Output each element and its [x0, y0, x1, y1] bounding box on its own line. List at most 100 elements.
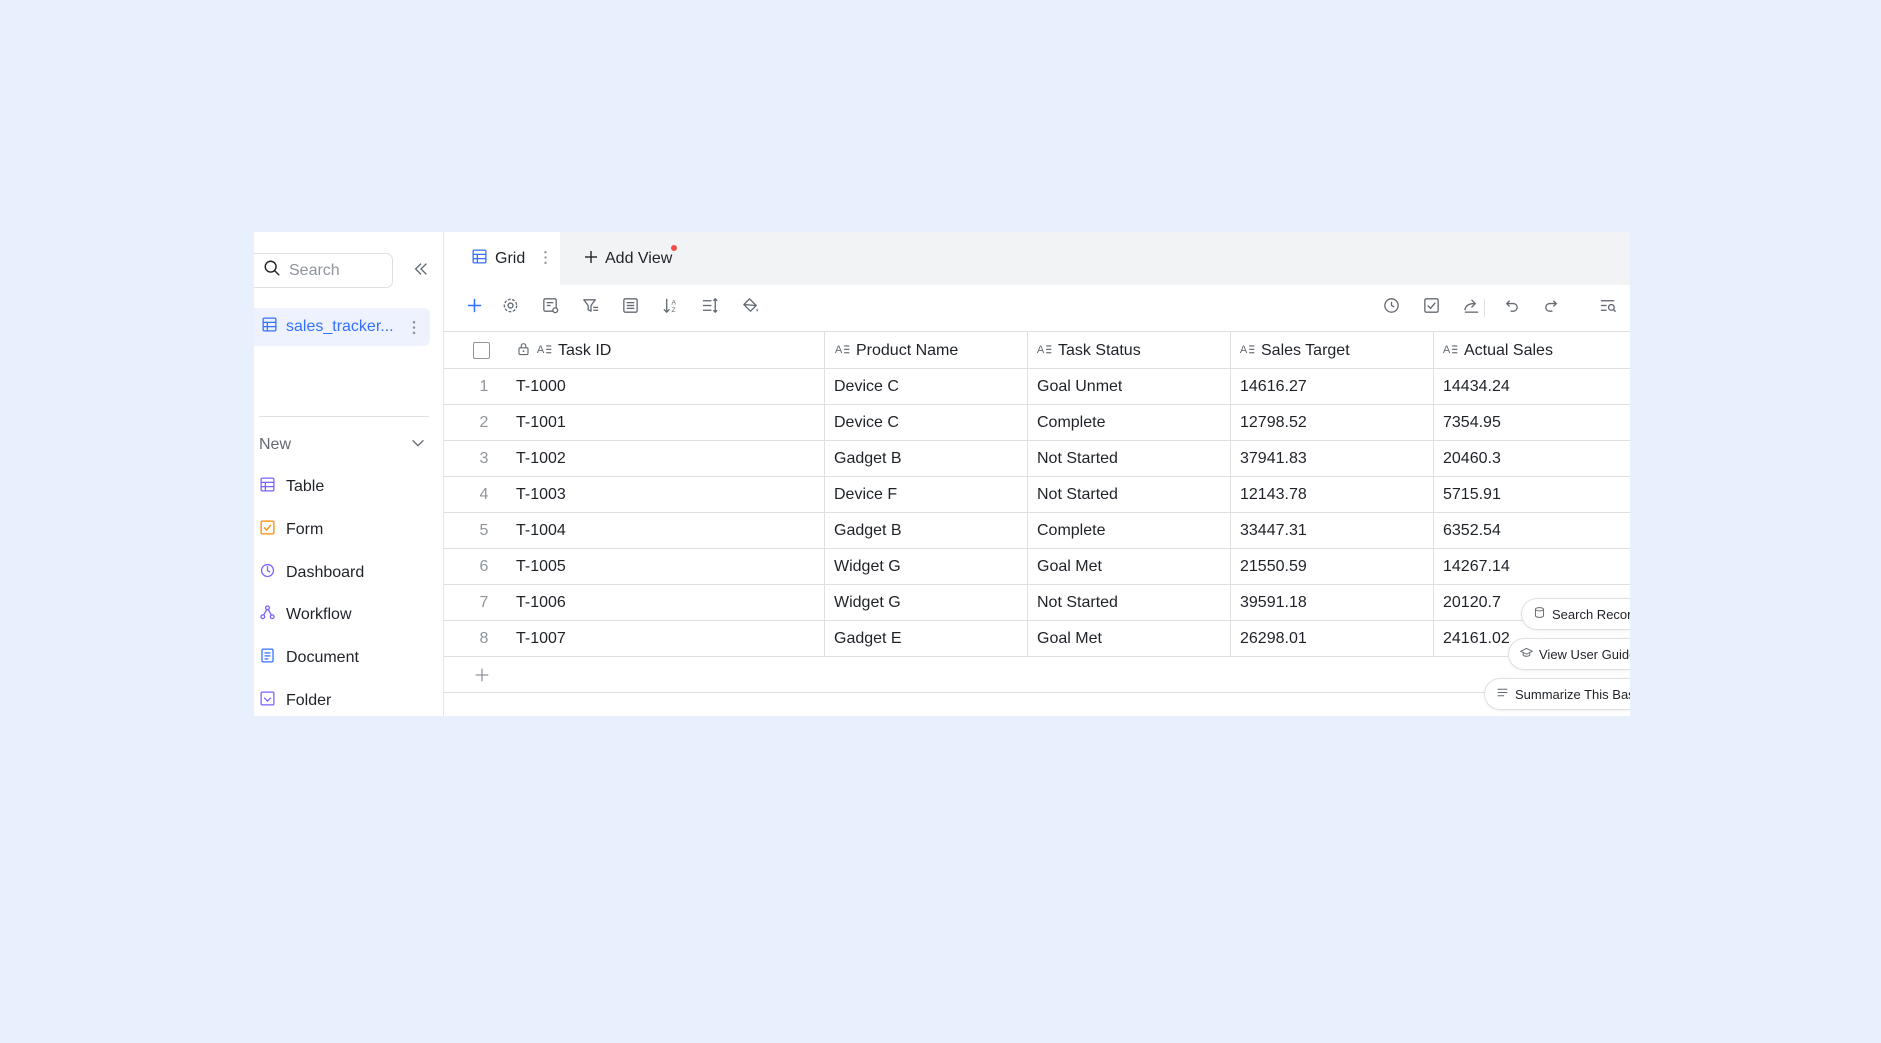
- cell-status[interactable]: Complete: [1037, 405, 1105, 440]
- cell-status[interactable]: Complete: [1037, 513, 1105, 548]
- new-folder-item[interactable]: Folder: [259, 686, 429, 716]
- cell-product[interactable]: Device C: [834, 405, 899, 440]
- cell-product[interactable]: Gadget E: [834, 621, 902, 656]
- share-button[interactable]: [1460, 297, 1482, 319]
- table-row[interactable]: 2 T-1001 Device C Complete 12798.52 7354.95: [444, 405, 1630, 441]
- settings-button[interactable]: [499, 297, 521, 319]
- table-row[interactable]: 1 T-1000 Device C Goal Unmet 14616.27 14434.2…: [444, 369, 1630, 405]
- cell-status[interactable]: Goal Met: [1037, 549, 1102, 584]
- sort-button[interactable]: AZ: [659, 297, 681, 319]
- svg-text:A: A: [835, 343, 843, 355]
- column-divider: [824, 331, 825, 657]
- cell-actual[interactable]: 6352.54: [1443, 513, 1501, 548]
- fill-color-button[interactable]: [739, 297, 761, 319]
- table-row[interactable]: 3 T-1002 Gadget B Not Started 37941.83 20460.…: [444, 441, 1630, 477]
- sidebar-search-input[interactable]: Search: [254, 253, 393, 288]
- cell-target[interactable]: 39591.18: [1240, 585, 1307, 620]
- more-vertical-icon[interactable]: [408, 316, 420, 338]
- cell-actual[interactable]: 7354.95: [1443, 405, 1501, 440]
- new-section-toggle[interactable]: New: [259, 433, 429, 457]
- cell-id[interactable]: T-1001: [516, 405, 566, 440]
- table-row[interactable]: 8 T-1007 Gadget E Goal Met 26298.01 24161.02: [444, 621, 1630, 657]
- cell-id[interactable]: T-1003: [516, 477, 566, 512]
- cell-id[interactable]: T-1002: [516, 441, 566, 476]
- cell-target[interactable]: 26298.01: [1240, 621, 1307, 656]
- cell-actual[interactable]: 24161.02: [1443, 621, 1510, 656]
- cell-actual[interactable]: 20460.3: [1443, 441, 1501, 476]
- cell-target[interactable]: 14616.27: [1240, 369, 1307, 404]
- table-row[interactable]: 4 T-1003 Device F Not Started 12143.78 5715.9…: [444, 477, 1630, 513]
- column-header-product-name[interactable]: A Product Name: [834, 332, 958, 369]
- cell-actual[interactable]: 14434.24: [1443, 369, 1510, 404]
- group-icon: [621, 296, 640, 320]
- cell-id[interactable]: T-1007: [516, 621, 566, 656]
- cell-status[interactable]: Goal Met: [1037, 621, 1102, 656]
- cell-target[interactable]: 33447.31: [1240, 513, 1307, 548]
- row-number: 8: [479, 629, 489, 647]
- redo-button[interactable]: [1540, 297, 1562, 319]
- new-form-item[interactable]: Form: [259, 515, 429, 545]
- cell-product[interactable]: Device C: [834, 369, 899, 404]
- cell-actual[interactable]: 14267.14: [1443, 549, 1510, 584]
- undo-button[interactable]: [1500, 297, 1522, 319]
- cell-status[interactable]: Not Started: [1037, 477, 1118, 512]
- filter-button[interactable]: [579, 297, 601, 319]
- add-record-button[interactable]: [463, 297, 485, 319]
- select-all-checkbox[interactable]: [473, 342, 490, 359]
- group-button[interactable]: [619, 297, 641, 319]
- new-table-item[interactable]: Table: [259, 472, 429, 502]
- cell-id[interactable]: T-1000: [516, 369, 566, 404]
- add-row-button[interactable]: [444, 657, 1630, 693]
- grid-header: A Task ID A Product Name A Task Status A…: [444, 331, 1630, 369]
- cell-status[interactable]: Not Started: [1037, 441, 1118, 476]
- cell-id[interactable]: T-1004: [516, 513, 566, 548]
- text-field-icon: A: [1442, 340, 1459, 362]
- row-number: 3: [479, 449, 489, 467]
- collapse-sidebar-button[interactable]: [409, 259, 433, 283]
- table-row[interactable]: 5 T-1004 Gadget B Complete 33447.31 6352.54: [444, 513, 1630, 549]
- new-workflow-item[interactable]: Workflow: [259, 600, 429, 630]
- cell-product[interactable]: Gadget B: [834, 513, 902, 548]
- cell-target[interactable]: 12143.78: [1240, 477, 1307, 512]
- cell-actual[interactable]: 5715.91: [1443, 477, 1501, 512]
- field-config-button[interactable]: [539, 297, 561, 319]
- column-header-task-id[interactable]: A Task ID: [516, 332, 611, 369]
- cell-id[interactable]: T-1006: [516, 585, 566, 620]
- row-height-button[interactable]: [699, 297, 721, 319]
- svg-text:Z: Z: [671, 307, 675, 314]
- search-record-float-button[interactable]: Search Record: [1521, 598, 1630, 630]
- view-user-guide-float-button[interactable]: View User Guide: [1508, 638, 1630, 670]
- cell-product[interactable]: Widget G: [834, 585, 901, 620]
- cell-product[interactable]: Device F: [834, 477, 897, 512]
- check-button[interactable]: [1420, 297, 1442, 319]
- cell-id[interactable]: T-1005: [516, 549, 566, 584]
- history-button[interactable]: [1380, 297, 1402, 319]
- cell-target[interactable]: 12798.52: [1240, 405, 1307, 440]
- cell-actual[interactable]: 20120.7: [1443, 585, 1501, 620]
- cell-target[interactable]: 37941.83: [1240, 441, 1307, 476]
- tab-grid[interactable]: Grid: [444, 232, 560, 285]
- summarize-float-button[interactable]: Summarize This Bas: [1484, 678, 1630, 710]
- text-field-icon: A: [536, 340, 553, 362]
- table-row[interactable]: 7 T-1006 Widget G Not Started 39591.18 20120.…: [444, 585, 1630, 621]
- table-row[interactable]: 6 T-1005 Widget G Goal Met 21550.59 14267.14: [444, 549, 1630, 585]
- tab-more-icon[interactable]: [537, 249, 554, 269]
- sidebar-file-sales-tracker[interactable]: sales_tracker...: [254, 308, 430, 346]
- cell-product[interactable]: Gadget B: [834, 441, 902, 476]
- column-header-sales-target[interactable]: A Sales Target: [1239, 332, 1350, 369]
- new-document-item[interactable]: Document: [259, 643, 429, 673]
- search-records-button[interactable]: [1597, 297, 1619, 319]
- cell-product[interactable]: Widget G: [834, 549, 901, 584]
- column-divider: [1433, 331, 1434, 657]
- add-view-button[interactable]: Add View: [583, 248, 672, 270]
- column-header-task-status[interactable]: A Task Status: [1036, 332, 1141, 369]
- column-header-actual-sales[interactable]: A Actual Sales: [1442, 332, 1553, 369]
- new-dashboard-item[interactable]: Dashboard: [259, 558, 429, 588]
- cell-status[interactable]: Goal Unmet: [1037, 369, 1122, 404]
- svg-text:A: A: [1037, 343, 1045, 355]
- row-number: 4: [479, 485, 489, 503]
- search-icon: [263, 259, 281, 282]
- cell-status[interactable]: Not Started: [1037, 585, 1118, 620]
- menu-label-document: Document: [286, 649, 359, 666]
- cell-target[interactable]: 21550.59: [1240, 549, 1307, 584]
